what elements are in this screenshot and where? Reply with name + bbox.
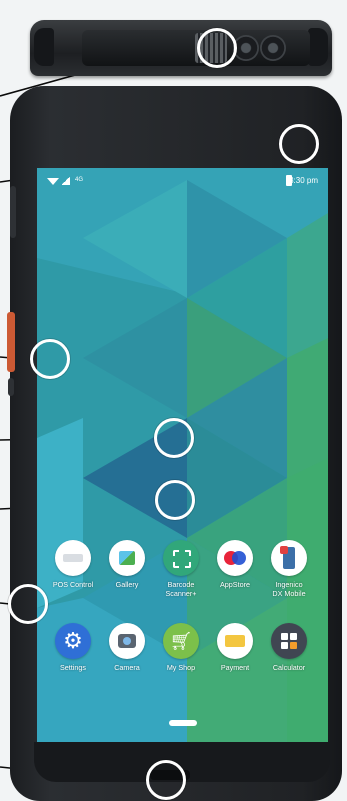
app-pos-control[interactable]: POS Control <box>45 540 101 589</box>
device-top-edge <box>30 20 332 76</box>
callout-ring-scanner <box>197 28 237 68</box>
network-type: 4G <box>75 177 84 183</box>
ingenico-icon <box>271 540 307 576</box>
calculator-icon <box>271 623 307 659</box>
app-payment[interactable]: Payment <box>207 623 263 672</box>
gallery-icon <box>109 540 145 576</box>
callout-ring-display <box>154 418 194 458</box>
pos-control-icon <box>55 540 91 576</box>
app-label: Ingenico DX Mobile <box>272 580 306 598</box>
app-ingenico-dx-mobile[interactable]: Ingenico DX Mobile <box>261 540 317 598</box>
clock: 3:30 pm <box>289 176 318 185</box>
app-label: POS Control <box>52 580 94 589</box>
app-label: Gallery <box>115 580 139 589</box>
app-label: Payment <box>220 663 250 672</box>
wifi-icon <box>47 178 59 185</box>
app-gallery[interactable]: Gallery <box>99 540 155 589</box>
side-volume-key[interactable] <box>10 186 16 238</box>
home-gesture-pill[interactable] <box>169 720 197 726</box>
app-calculator[interactable]: Calculator <box>261 623 317 672</box>
rear-camera-lens-icon <box>260 35 286 61</box>
status-bar: 4G 3:30 pm <box>37 168 328 190</box>
camera-icon <box>109 623 145 659</box>
cart-icon: 🛒︎ <box>163 623 199 659</box>
appstore-icon <box>217 540 253 576</box>
app-label: AppStore <box>220 580 250 589</box>
app-label: Settings <box>60 663 86 672</box>
signal-icon <box>61 177 70 185</box>
callout-ring-scan-button <box>30 339 70 379</box>
payment-icon <box>217 623 253 659</box>
side-power-key[interactable] <box>8 378 14 396</box>
app-barcode-scanner[interactable]: Barcode Scanner+ <box>153 540 209 598</box>
app-label: Calculator <box>272 663 306 672</box>
top-left-cap <box>34 28 54 66</box>
app-label: Barcode Scanner+ <box>165 580 197 598</box>
callout-ring-front-camera <box>279 124 319 164</box>
gear-icon: ⚙ <box>55 623 91 659</box>
callout-ring-side-key <box>8 584 48 624</box>
barcode-scanner-icon <box>163 540 199 576</box>
app-label: Camera <box>114 663 140 672</box>
app-camera[interactable]: Camera <box>99 623 155 672</box>
app-my-shop[interactable]: 🛒︎ My Shop <box>153 623 209 672</box>
callout-ring-usb-port <box>146 760 186 800</box>
side-scan-trigger-button[interactable] <box>7 312 15 372</box>
top-right-cap <box>308 28 328 66</box>
app-appstore[interactable]: AppStore <box>207 540 263 589</box>
app-settings[interactable]: ⚙ Settings <box>45 623 101 672</box>
callout-ring-touchscreen <box>155 480 195 520</box>
app-label: My Shop <box>166 663 196 672</box>
